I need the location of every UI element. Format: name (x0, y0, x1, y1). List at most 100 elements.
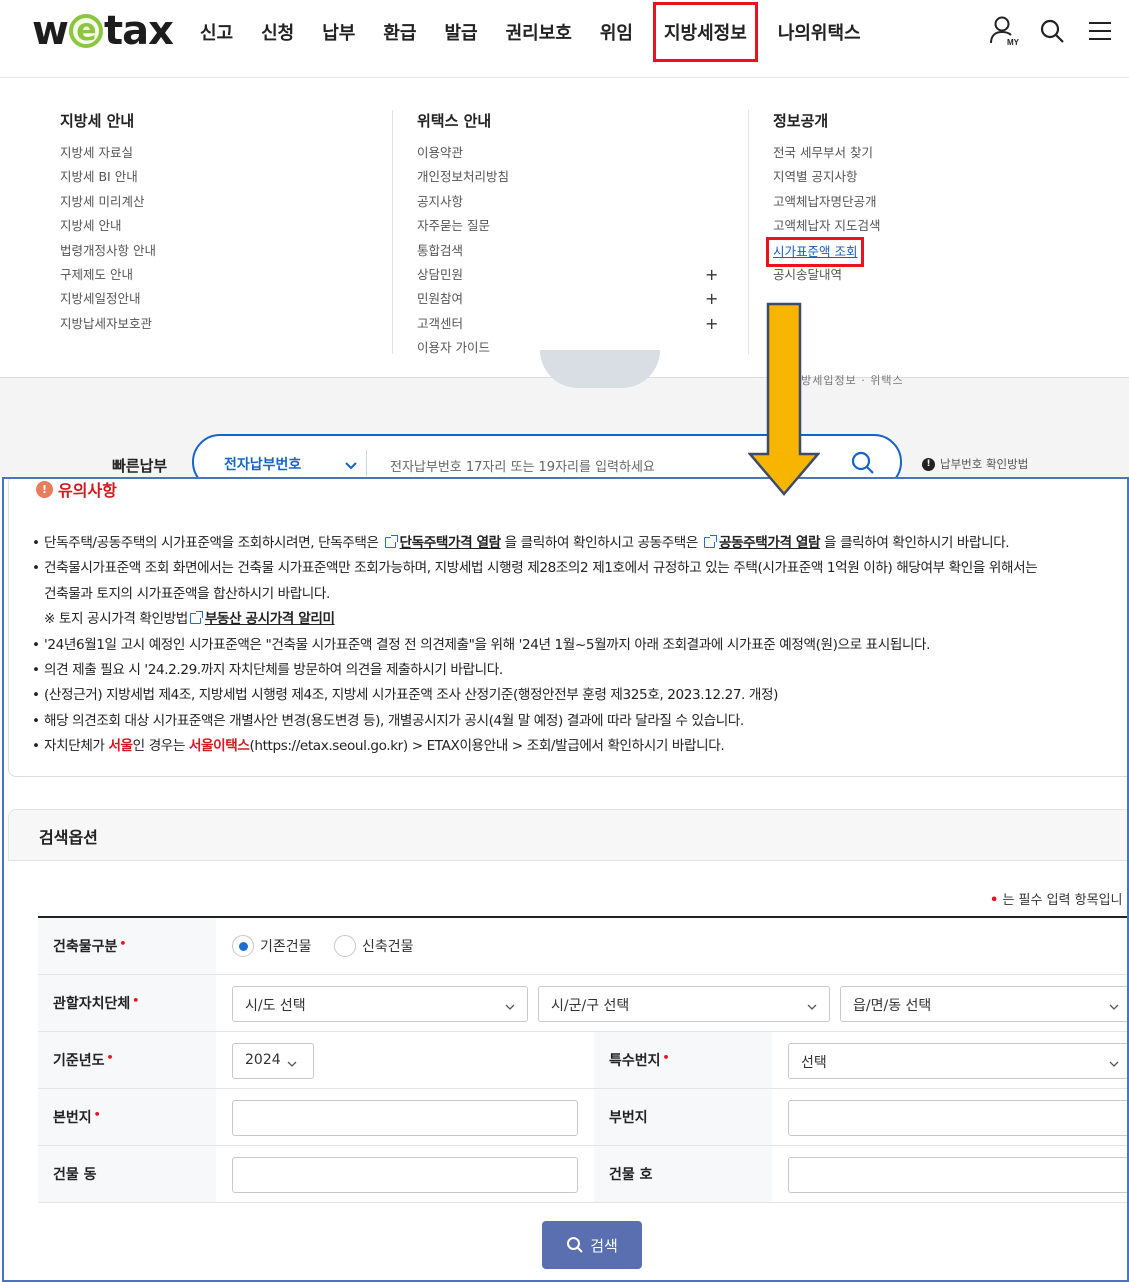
menu-link-label: 민원참여 (417, 291, 464, 307)
nav-item-my-wetax[interactable]: 나의위택스 (764, 2, 875, 62)
nav-item-rights[interactable]: 권리보호 (492, 2, 586, 62)
menu-icon[interactable] (1085, 14, 1115, 48)
menu-link[interactable]: 자주묻는 질문 (417, 215, 717, 239)
mega-menu: 지방세 안내 지방세 자료실 지방세 BI 안내 지방세 미리계산 지방세 안내… (0, 80, 1129, 378)
land-price-notice-link[interactable]: 부동산 공시가격 알리미 (205, 611, 335, 627)
field-label: 건물 호 (594, 1146, 772, 1202)
search-icon[interactable] (1037, 14, 1067, 48)
form-row-authority: 관할자치단체 • 시/도 선택 시/군/구 선택 읍/면/동 선택 (38, 975, 1127, 1032)
notice-item: '24년6월1일 고시 예정인 시가표준액은 "건축물 시가표준액 결정 전 의… (32, 633, 1127, 659)
radio-circle-checked[interactable] (232, 935, 254, 957)
field-label: 관할자치단체 • (38, 975, 216, 1031)
expand-plus-icon[interactable]: + (705, 264, 718, 286)
logo-text-w: w (32, 8, 69, 54)
menu-link[interactable]: 전국 세무부서 찾기 (773, 142, 1073, 166)
radio-existing-building[interactable]: 기존건물 (232, 935, 312, 957)
apartment-price-link[interactable]: 공동주택가격 열람 (719, 535, 821, 551)
hero-illustration (540, 350, 660, 388)
building-dong-input[interactable] (232, 1157, 578, 1193)
sido-select[interactable]: 시/도 선택 (232, 986, 528, 1022)
menu-link-standard-price-lookup[interactable]: 시가표준액 조회 (766, 236, 865, 267)
menu-link[interactable]: 지방세 BI 안내 (60, 166, 390, 190)
notice-item: 건축물시가표준액 조회 화면에서는 건축물 시가표준액만 조회가능하며, 지방세… (32, 556, 1127, 582)
form-row-building-type: 건축물구분 • 기존건물 신축건물 (38, 918, 1127, 975)
notice-list: 단독주택/공동주택의 시가표준액을 조회하시려면, 단독주택은 단독주택가격 열… (32, 531, 1127, 760)
field-label: 부번지 (594, 1089, 772, 1145)
special-lot-select[interactable]: 선택 (788, 1043, 1127, 1079)
chevron-down-icon (1109, 999, 1119, 1015)
quick-pay-type-select[interactable]: 전자납부번호 (224, 454, 301, 474)
my-user-icon[interactable]: MY (989, 14, 1019, 48)
nav-item-payment[interactable]: 납부 (308, 2, 369, 62)
notice-title-text: 유의사항 (58, 481, 117, 500)
year-select[interactable]: 2024 (232, 1043, 314, 1079)
field-label: 건축물구분 • (38, 918, 216, 974)
notice-subitem: ※ 토지 공시가격 확인방법 부동산 공시가격 알리미 (44, 611, 335, 628)
menu-link[interactable]: 지방세 미리계산 (60, 191, 390, 215)
warning-icon: ! (36, 480, 53, 498)
menu-link[interactable]: 공시송달내역 (773, 264, 1073, 288)
nav-item-issue[interactable]: 발급 (431, 2, 492, 62)
menu-column-title: 지방세 안내 (60, 112, 135, 130)
field-label: 특수번지 • (594, 1032, 772, 1088)
search-icon[interactable] (850, 450, 876, 480)
notice-item: 의견 제출 필요 시 '24.2.29.까지 자치단체를 방문하여 의견을 제출… (32, 658, 1127, 684)
menu-link-label: 상담민원 (417, 266, 464, 282)
notice-item: 해당 의견조회 대상 시가표준액은 개별사안 변경(용도변경 등), 개별공시지… (32, 709, 1127, 735)
menu-link-expandable[interactable]: 상담민원 + (417, 264, 718, 288)
required-field-note: • 는 필수 입력 항목입니 (990, 893, 1123, 908)
notice-item-continued: 건축물과 토지의 시가표준액을 합산하시기 바랍니다. (44, 585, 330, 602)
detached-house-price-link[interactable]: 단독주택가격 열람 (400, 535, 502, 551)
menu-link[interactable]: 법령개정사항 안내 (60, 240, 390, 264)
search-icon (567, 1237, 583, 1253)
nav-item-local-tax-info[interactable]: 지방세정보 (653, 2, 758, 62)
menu-column-info-disclosure: 정보공개 전국 세무부서 찾기 지역별 공지사항 고액체납자명단공개 고액체납자… (766, 110, 1073, 288)
menu-link[interactable]: 지방납세자보호관 (60, 313, 390, 337)
sigungu-select[interactable]: 시/군/구 선택 (538, 986, 830, 1022)
main-lot-input[interactable] (232, 1100, 578, 1136)
info-icon: ! (922, 457, 935, 471)
logo-text-tax: tax (103, 8, 174, 54)
menu-link[interactable]: 공지사항 (417, 191, 717, 215)
sub-lot-input[interactable] (788, 1100, 1127, 1136)
menu-link[interactable]: 고액체납자명단공개 (773, 191, 1073, 215)
notice-title: ! 유의사항 (36, 479, 117, 501)
search-button[interactable]: 검색 (542, 1221, 642, 1269)
radio-new-building[interactable]: 신축건물 (334, 935, 414, 957)
chevron-down-icon (807, 999, 817, 1015)
nav-item-report[interactable]: 신고 (186, 2, 247, 62)
menu-column-title: 위택스 안내 (417, 112, 492, 130)
menu-link[interactable]: 구제제도 안내 (60, 264, 390, 288)
menu-link[interactable]: 통합검색 (417, 240, 717, 264)
nav-item-apply[interactable]: 신청 (247, 2, 308, 62)
menu-link[interactable]: 개인정보처리방침 (417, 166, 717, 190)
menu-link-expandable[interactable]: 민원참여 + (417, 288, 718, 312)
expand-plus-icon[interactable]: + (705, 313, 718, 335)
quick-pay-label: 빠른납부 (112, 457, 168, 475)
nav-item-refund[interactable]: 환급 (369, 2, 430, 62)
building-ho-input[interactable] (788, 1157, 1127, 1193)
menu-link[interactable]: 지방세 안내 (60, 215, 390, 239)
notice-item: (산정근거) 지방세법 제4조, 지방세법 시행령 제4조, 지방세 시가표준액… (32, 683, 1127, 709)
menu-link[interactable]: 지방세일정안내 (60, 288, 390, 312)
radio-circle[interactable] (334, 935, 356, 957)
notice-item: 단독주택/공동주택의 시가표준액을 조회하시려면, 단독주택은 단독주택가격 열… (32, 531, 1127, 557)
external-link-icon (703, 535, 717, 548)
seoul-etax-link[interactable]: 서울이택스 (189, 738, 250, 754)
chevron-down-icon[interactable] (344, 456, 358, 475)
expand-plus-icon[interactable]: + (705, 288, 718, 310)
menu-link[interactable]: 이용약관 (417, 142, 717, 166)
logo-e-mark: e (68, 14, 103, 48)
search-options-header: 검색옵션 (8, 809, 1127, 861)
external-link-icon (384, 535, 398, 548)
menu-link-expandable[interactable]: 고객센터 + (417, 313, 718, 337)
wetax-logo[interactable]: w e tax (32, 8, 174, 54)
dong-select[interactable]: 읍/면/동 선택 (840, 986, 1127, 1022)
menu-link[interactable]: 지역별 공지사항 (773, 166, 1073, 190)
standard-price-lookup-panel: ! 유의사항 단독주택/공동주택의 시가표준액을 조회하시려면, 단독주택은 단… (2, 477, 1129, 1282)
nav-item-delegation[interactable]: 위임 (586, 2, 647, 62)
chevron-down-icon (287, 1056, 297, 1072)
quick-pay-input[interactable]: 전자납부번호 17자리 또는 19자리를 입력하세요 (390, 456, 655, 475)
menu-link[interactable]: 지방세 자료실 (60, 142, 390, 166)
payment-number-help-link[interactable]: ! 납부번호 확인방법 (922, 456, 1028, 472)
